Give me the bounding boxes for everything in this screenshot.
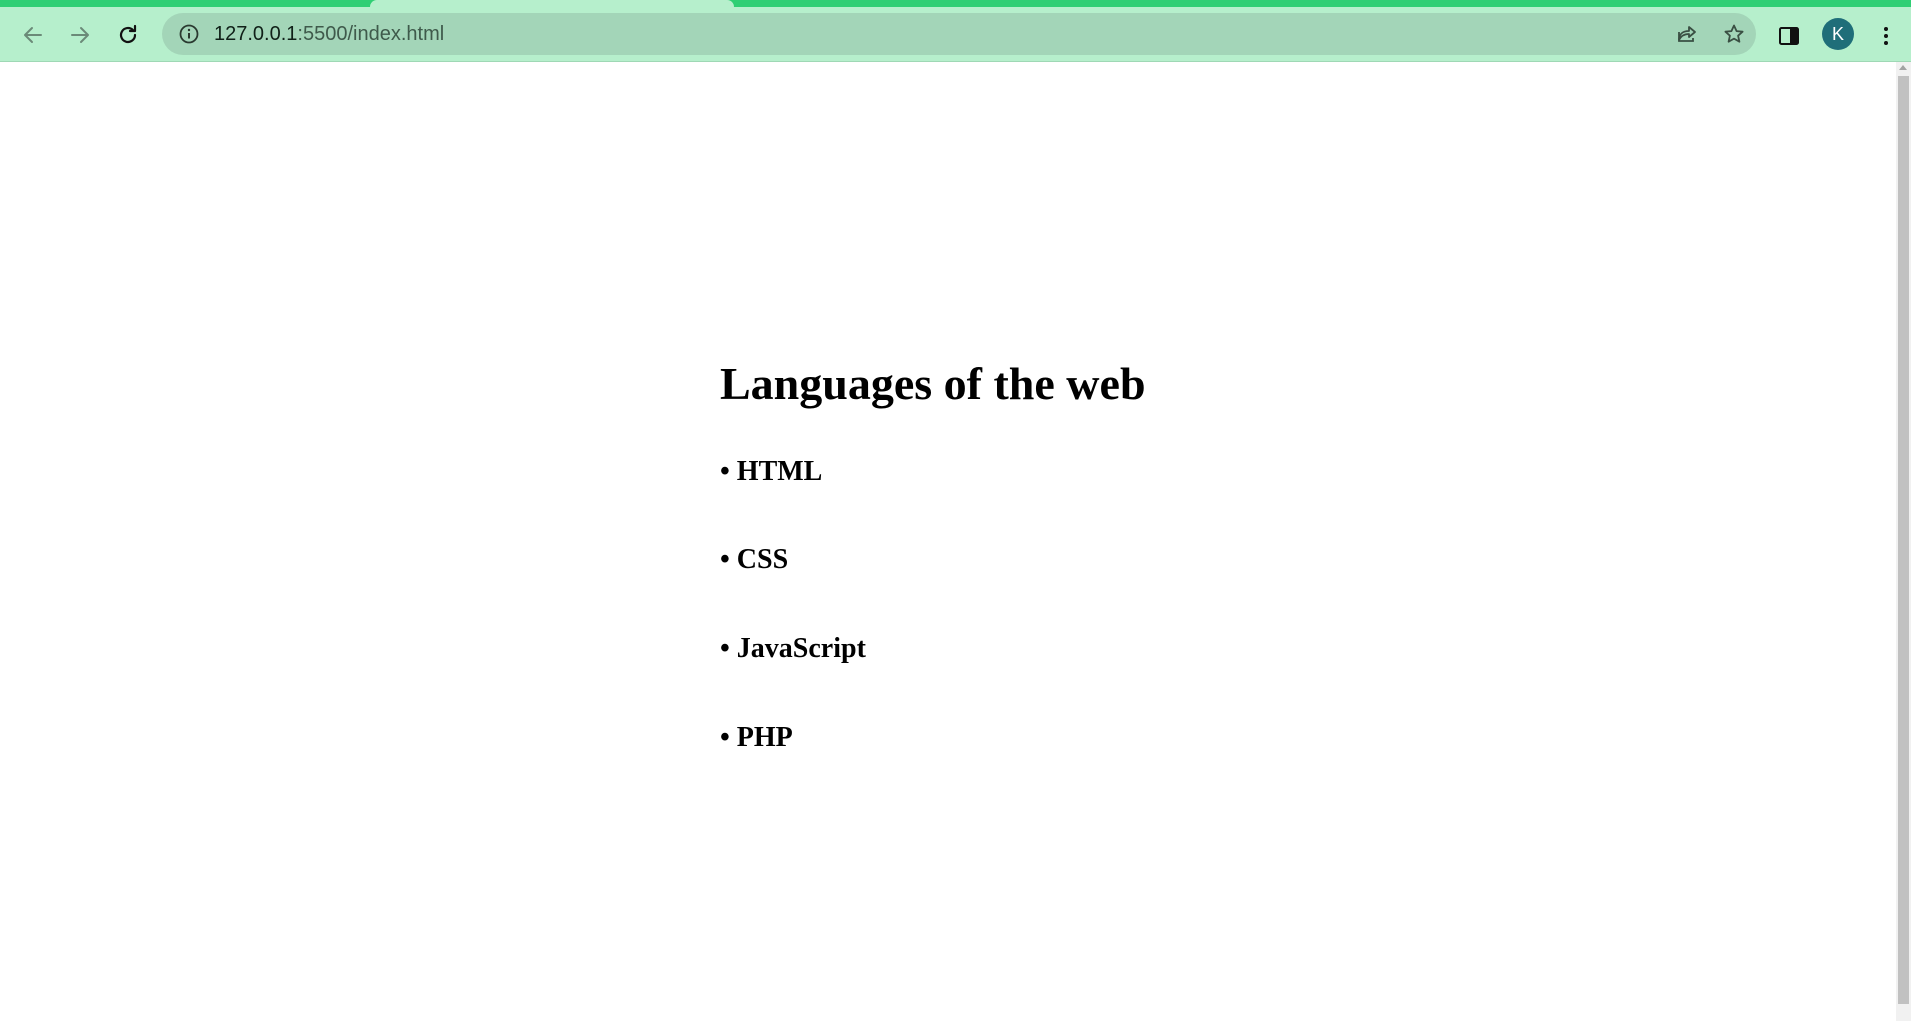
url-host: 127.0.0.1 xyxy=(214,23,298,45)
list-item: • JavaScript xyxy=(720,633,866,665)
arrow-right-icon xyxy=(71,27,89,43)
back-button[interactable] xyxy=(15,17,51,53)
list-item: • HTML xyxy=(720,455,823,487)
url-path: :5500/index.html xyxy=(297,23,445,45)
reload-button[interactable] xyxy=(110,17,146,53)
browser-window: 127.0.0.1:5500/index.html K Languages of… xyxy=(0,0,1911,1021)
forward-button[interactable] xyxy=(62,17,98,53)
url-text[interactable]: 127.0.0.1:5500/index.html xyxy=(214,13,444,55)
arrow-left-icon xyxy=(24,27,42,43)
share-icon[interactable] xyxy=(1675,22,1699,46)
address-bar[interactable]: 127.0.0.1:5500/index.html xyxy=(162,13,1756,55)
browser-toolbar: 127.0.0.1:5500/index.html K xyxy=(0,7,1911,62)
side-panel-icon[interactable] xyxy=(1777,24,1801,48)
tab-strip xyxy=(0,0,1911,7)
languages-list: • HTML • CSS • JavaScript • PHP xyxy=(720,455,1146,754)
active-tab[interactable] xyxy=(370,0,734,7)
page-viewport: Languages of the web • HTML • CSS • Java… xyxy=(0,62,1896,1021)
profile-avatar[interactable]: K xyxy=(1822,18,1854,50)
reload-icon xyxy=(119,24,137,44)
scroll-up-arrow-icon[interactable] xyxy=(1899,65,1907,70)
list-item: • PHP xyxy=(720,721,793,753)
scrollbar-thumb[interactable] xyxy=(1898,76,1909,1004)
kebab-menu-icon[interactable] xyxy=(1874,24,1898,48)
vertical-scrollbar[interactable] xyxy=(1896,62,1911,1021)
page-content: Languages of the web • HTML • CSS • Java… xyxy=(720,358,1146,754)
star-icon[interactable] xyxy=(1722,22,1746,46)
page-title: Languages of the web xyxy=(720,358,1146,409)
info-icon[interactable] xyxy=(178,23,200,45)
list-item: • CSS xyxy=(720,544,789,576)
